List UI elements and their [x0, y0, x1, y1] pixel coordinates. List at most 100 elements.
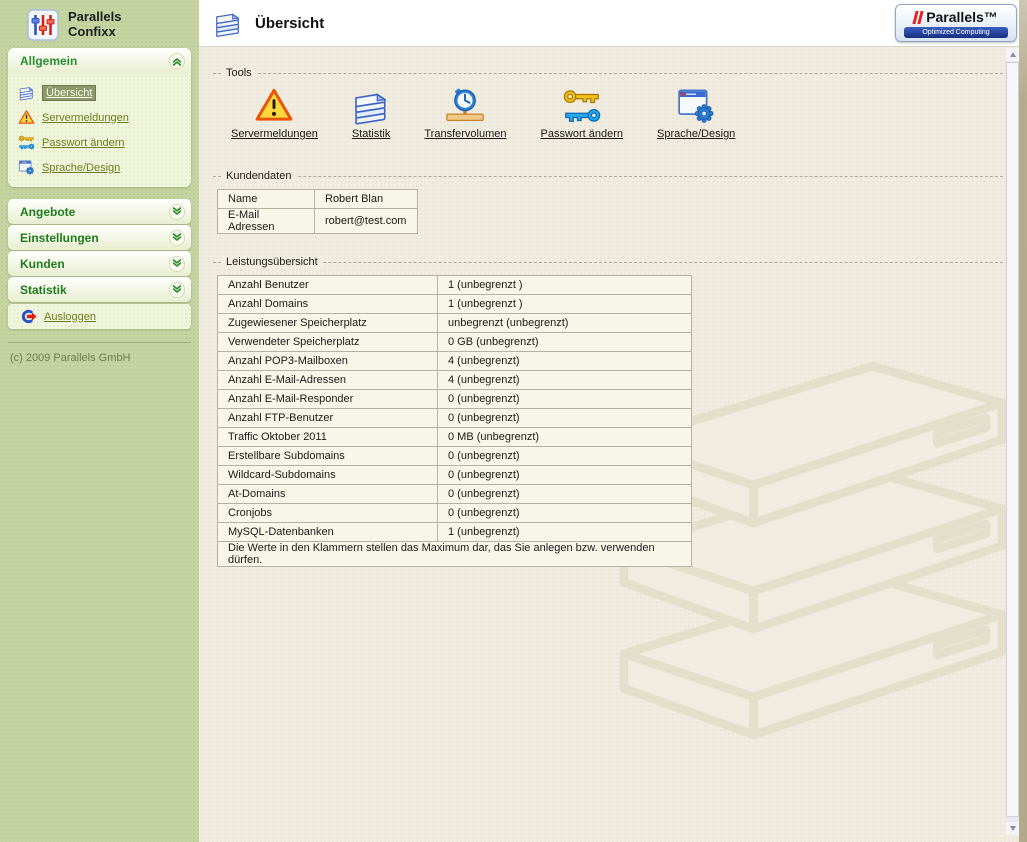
- tools-group: Tools Servermeldungen Statistik: [213, 73, 1003, 140]
- tool-label[interactable]: Statistik: [346, 128, 397, 140]
- window-gear-icon[interactable]: [676, 86, 716, 126]
- usage-row-value: 1 (unbegrenzt): [438, 523, 692, 542]
- sidebar-nav-link[interactable]: Passwort ändern: [42, 137, 125, 149]
- warning-icon[interactable]: [254, 86, 294, 126]
- usage-table: Anzahl Benutzer 1 (unbegrenzt ) Anzahl D…: [217, 275, 692, 567]
- sidebar-nav-item[interactable]: Passwort ändern: [18, 130, 187, 155]
- logo-line1: Parallels: [68, 9, 122, 24]
- usage-row-label: Anzahl POP3-Mailboxen: [218, 352, 438, 371]
- customer-row: E-Mail Adressen robert@test.com: [218, 209, 418, 234]
- sidebar-nav-item[interactable]: Servermeldungen: [18, 105, 187, 130]
- customer-group: Kundendaten Name Robert Blan E-Mail Adre…: [213, 176, 1003, 234]
- window-gear-icon: [18, 159, 35, 176]
- scroll-up-button[interactable]: [1006, 48, 1019, 61]
- sidebar-section-header-allgemein[interactable]: Allgemein: [8, 48, 191, 74]
- usage-row-value: 4 (unbegrenzt): [438, 371, 692, 390]
- chevron-down-icon[interactable]: [168, 281, 186, 299]
- sidebar-nav-link[interactable]: Servermeldungen: [42, 112, 129, 124]
- chevron-down-icon[interactable]: [168, 203, 186, 221]
- parallels-bars-icon: [914, 11, 922, 24]
- sidebar-section-collapsed[interactable]: Einstellungen: [8, 225, 191, 250]
- usage-row-value: 0 (unbegrenzt): [438, 409, 692, 428]
- sidebar-section-body-allgemein: Übersicht Servermeldungen Passwort änder…: [8, 74, 191, 187]
- section-label: Kunden: [20, 257, 65, 271]
- pages-icon[interactable]: [351, 86, 391, 126]
- scroll-down-button[interactable]: [1006, 822, 1019, 835]
- usage-row-value: 0 (unbegrenzt): [438, 447, 692, 466]
- scroll-down-arrow-icon: [1010, 826, 1016, 831]
- tools-row: Servermeldungen Statistik Transfervolume…: [213, 74, 1003, 140]
- usage-row: Anzahl Benutzer 1 (unbegrenzt ): [218, 276, 692, 295]
- tool-label[interactable]: Sprache/Design: [651, 128, 741, 140]
- keys-icon[interactable]: [562, 86, 602, 126]
- window-edge-strip: [1019, 0, 1027, 842]
- tool-label[interactable]: Servermeldungen: [225, 128, 324, 140]
- brand-tagline: Optimized Computing: [904, 27, 1008, 38]
- chevron-up-icon[interactable]: [168, 52, 186, 70]
- sidebar-nav-link[interactable]: Sprache/Design: [42, 162, 120, 174]
- usage-row-label: Traffic Oktober 2011: [218, 428, 438, 447]
- tool-item[interactable]: Statistik: [346, 86, 397, 140]
- sidebar-section-allgemein: Allgemein Übersicht Servermeldungen: [8, 48, 191, 187]
- usage-row: Traffic Oktober 2011 0 MB (unbegrenzt): [218, 428, 692, 447]
- parallels-brand-badge[interactable]: Parallels™ Optimized Computing: [895, 4, 1017, 42]
- sidebar-nav-item[interactable]: Übersicht: [18, 80, 187, 105]
- sidebar-section-collapsed[interactable]: Angebote: [8, 199, 191, 224]
- usage-row-value: 0 MB (unbegrenzt): [438, 428, 692, 447]
- customer-row-label: E-Mail Adressen: [218, 209, 315, 234]
- tools-legend: Tools: [221, 67, 257, 79]
- chevron-down-icon[interactable]: [168, 229, 186, 247]
- usage-row-label: Wildcard-Subdomains: [218, 466, 438, 485]
- usage-legend: Leistungsübersicht: [221, 256, 323, 268]
- usage-row: Anzahl POP3-Mailboxen 4 (unbegrenzt): [218, 352, 692, 371]
- usage-row-label: Anzahl Domains: [218, 295, 438, 314]
- customer-row-value: robert@test.com: [315, 209, 418, 234]
- usage-row: MySQL-Datenbanken 1 (unbegrenzt): [218, 523, 692, 542]
- main-header: Übersicht Parallels™ Optimized Computing: [199, 0, 1027, 47]
- logout-icon: [20, 308, 37, 325]
- usage-row: Anzahl E-Mail-Responder 0 (unbegrenzt): [218, 390, 692, 409]
- sidebar-section-collapsed[interactable]: Statistik: [8, 277, 191, 302]
- tool-item[interactable]: Sprache/Design: [651, 86, 741, 140]
- sidebar-section-collapsed[interactable]: Kunden: [8, 251, 191, 276]
- usage-footnote: Die Werte in den Klammern stellen das Ma…: [218, 542, 692, 567]
- usage-row-value: 4 (unbegrenzt): [438, 352, 692, 371]
- sidebar-nav-link[interactable]: Übersicht: [42, 85, 96, 101]
- tool-label[interactable]: Transfervolumen: [418, 128, 512, 140]
- section-label: Einstellungen: [20, 231, 99, 245]
- section-label: Angebote: [20, 205, 75, 219]
- confixx-app: Parallels Confixx Allgemein Übersicht: [0, 0, 1027, 842]
- sidebar: Parallels Confixx Allgemein Übersicht: [0, 0, 199, 842]
- copyright-text: (c) 2009 Parallels GmbH: [10, 352, 191, 364]
- tool-item[interactable]: Passwort ändern: [534, 86, 629, 140]
- customer-row-value: Robert Blan: [315, 190, 418, 209]
- usage-row-label: At-Domains: [218, 485, 438, 504]
- main-content: Tools Servermeldungen Statistik: [199, 47, 1027, 842]
- main-area: Übersicht Parallels™ Optimized Computing: [199, 0, 1027, 842]
- logout-link[interactable]: Ausloggen: [44, 311, 96, 323]
- usage-row-value: 0 (unbegrenzt): [438, 485, 692, 504]
- vertical-scrollbar[interactable]: [1006, 48, 1019, 835]
- sidebar-nav-item[interactable]: Sprache/Design: [18, 155, 187, 180]
- usage-row-value: 1 (unbegrenzt ): [438, 276, 692, 295]
- usage-row-value: 1 (unbegrenzt ): [438, 295, 692, 314]
- usage-row-value: 0 GB (unbegrenzt): [438, 333, 692, 352]
- usage-row: At-Domains 0 (unbegrenzt): [218, 485, 692, 504]
- usage-row-label: MySQL-Datenbanken: [218, 523, 438, 542]
- scroll-up-arrow-icon: [1010, 52, 1016, 57]
- customer-table: Name Robert Blan E-Mail Adressen robert@…: [217, 189, 418, 234]
- tool-item[interactable]: Transfervolumen: [418, 86, 512, 140]
- usage-row-label: Cronjobs: [218, 504, 438, 523]
- usage-row: Anzahl FTP-Benutzer 0 (unbegrenzt): [218, 409, 692, 428]
- badge-top: Parallels™: [896, 9, 1016, 25]
- scrollbar-thumb[interactable]: [1006, 62, 1019, 817]
- tool-item[interactable]: Servermeldungen: [225, 86, 324, 140]
- gauge-icon[interactable]: [445, 86, 485, 126]
- tool-label[interactable]: Passwort ändern: [534, 128, 629, 140]
- warning-icon: [18, 109, 35, 126]
- page-title: Übersicht: [255, 15, 324, 32]
- chevron-down-icon[interactable]: [168, 255, 186, 273]
- usage-row-value: unbegrenzt (unbegrenzt): [438, 314, 692, 333]
- usage-row: Anzahl E-Mail-Adressen 4 (unbegrenzt): [218, 371, 692, 390]
- logout-item[interactable]: Ausloggen: [8, 304, 191, 329]
